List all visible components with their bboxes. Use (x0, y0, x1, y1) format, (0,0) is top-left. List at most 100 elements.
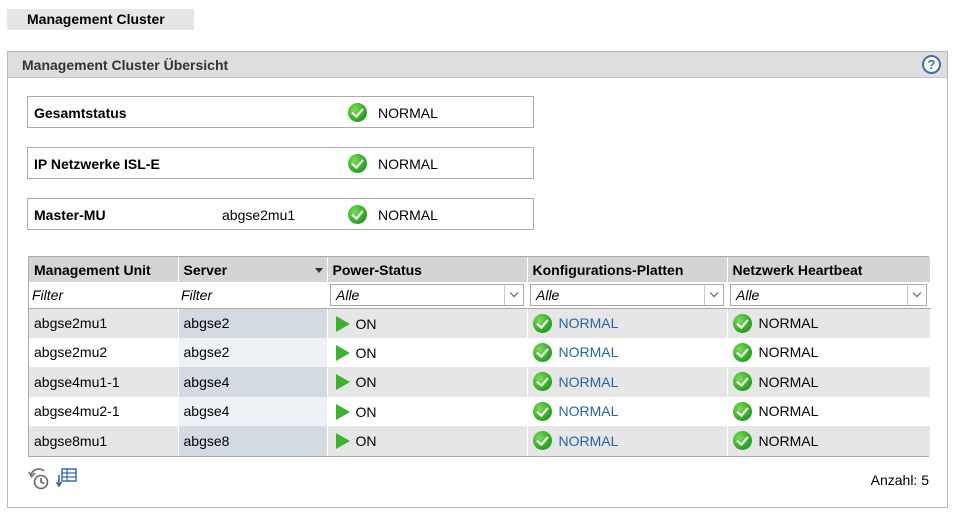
power-text: ON (355, 344, 377, 361)
column-header-label: Server (183, 261, 228, 278)
cell-server: abgse8 (178, 426, 328, 456)
status-ip-networks: IP Netzwerke ISL-E NORMAL (27, 147, 534, 179)
power-text: ON (355, 403, 377, 420)
play-icon (335, 374, 350, 391)
heartbeat-text: NORMAL (758, 315, 819, 331)
cell-server: abgse4 (178, 367, 328, 397)
power-text: ON (355, 374, 377, 391)
power-text: ON (355, 433, 377, 450)
power-text: ON (355, 315, 377, 332)
check-circle-icon (732, 372, 752, 392)
filter-cell: Alle (327, 282, 527, 309)
cell-config-disks: NORMAL (527, 396, 728, 426)
heartbeat-text: NORMAL (758, 373, 819, 390)
cell-config-disks: NORMAL (527, 337, 728, 367)
chevron-down-icon[interactable] (907, 284, 926, 305)
cell-server: abgse2 (178, 337, 328, 367)
check-circle-icon (532, 431, 552, 451)
filter-config-disks-select[interactable]: Alle (530, 283, 724, 306)
cell-server: abgse2 (178, 308, 328, 338)
status-label: Master-MU (34, 207, 106, 223)
panel-header: Management Cluster Übersicht ? (8, 52, 947, 78)
cell-management-unit: abgse4mu1-1 (29, 367, 179, 397)
table-export-icon[interactable] (56, 467, 78, 489)
page-tab-title[interactable]: Management Cluster (7, 9, 194, 30)
filter-cell: Alle (727, 282, 930, 309)
status-value: abgse2mu1 (222, 207, 296, 223)
management-unit-table: Management Unit Server Power-Status Konf… (28, 256, 931, 457)
column-header-management-unit[interactable]: Management Unit (29, 257, 179, 282)
cell-config-disks: NORMAL (527, 367, 728, 397)
cell-management-unit: abgse8mu1 (29, 426, 179, 456)
table-row[interactable]: abgse2mu2 abgse2 ON NORMAL NORMAL (29, 337, 931, 367)
cell-config-disks: NORMAL (527, 308, 728, 338)
table-row[interactable]: abgse4mu2-1 abgse4 ON NORMAL NORMAL (29, 396, 931, 426)
status-label: IP Netzwerke ISL-E (34, 156, 160, 172)
overview-panel: Management Cluster Übersicht ? Gesamtsta… (7, 51, 948, 508)
cell-management-unit: abgse4mu2-1 (29, 396, 179, 426)
play-icon (335, 403, 350, 420)
cell-power-status: ON (327, 308, 528, 338)
cell-power-status: ON (327, 426, 528, 456)
status-overall: Gesamtstatus NORMAL (27, 96, 534, 128)
cell-heartbeat: NORMAL (727, 308, 931, 338)
check-circle-icon (532, 401, 552, 421)
check-circle-icon (732, 342, 752, 362)
column-header-heartbeat[interactable]: Netzwerk Heartbeat (727, 257, 931, 282)
check-circle-icon (532, 342, 552, 362)
status-text: NORMAL (378, 156, 438, 172)
heartbeat-text: NORMAL (758, 432, 819, 449)
cell-power-status: ON (327, 337, 528, 367)
filter-management-unit[interactable]: Filter (29, 282, 178, 309)
sort-desc-icon[interactable] (314, 268, 323, 273)
select-value: Alle (536, 286, 560, 303)
filter-power-status-select[interactable]: Alle (330, 283, 524, 306)
cell-server: abgse4 (178, 396, 328, 426)
filter-server[interactable]: Filter (178, 282, 327, 309)
cell-config-disks: NORMAL (527, 426, 728, 456)
column-header-config-disks[interactable]: Konfigurations-Platten (527, 257, 728, 282)
cell-heartbeat: NORMAL (727, 367, 931, 397)
refresh-clock-icon[interactable] (27, 467, 51, 491)
check-circle-icon (732, 431, 752, 451)
cell-management-unit: abgse2mu2 (29, 337, 179, 367)
cell-power-status: ON (327, 396, 528, 426)
table-row[interactable]: abgse8mu1 abgse8 ON NORMAL NORMAL (29, 426, 931, 456)
cell-power-status: ON (327, 367, 528, 397)
filter-row: Filter Filter Alle Alle Alle (29, 282, 930, 309)
check-circle-icon (348, 205, 367, 224)
check-circle-icon (532, 313, 552, 333)
heartbeat-text: NORMAL (758, 403, 819, 420)
column-header-server[interactable]: Server (178, 257, 328, 282)
check-circle-icon (348, 154, 367, 173)
table-row[interactable]: abgse2mu1 abgse2 ON NORMAL NORMAL (29, 308, 931, 338)
cell-management-unit: abgse2mu1 (29, 308, 179, 338)
cell-heartbeat: NORMAL (727, 426, 931, 456)
config-disks-link[interactable]: NORMAL (559, 374, 619, 390)
config-disks-link[interactable]: NORMAL (559, 315, 619, 331)
chevron-down-icon[interactable] (504, 284, 523, 305)
select-value: Alle (736, 286, 760, 303)
table-header-row: Management Unit Server Power-Status Konf… (29, 257, 931, 282)
row-count: Anzahl: 5 (870, 472, 929, 488)
table-row[interactable]: abgse4mu1-1 abgse4 ON NORMAL NORMAL (29, 367, 931, 397)
config-disks-link[interactable]: NORMAL (559, 344, 619, 360)
help-icon[interactable]: ? (922, 55, 941, 74)
cell-heartbeat: NORMAL (727, 337, 931, 367)
chevron-down-icon[interactable] (704, 284, 723, 305)
config-disks-link[interactable]: NORMAL (559, 433, 619, 449)
config-disks-link[interactable]: NORMAL (559, 403, 619, 419)
select-value: Alle (336, 286, 360, 303)
check-circle-icon (348, 103, 367, 122)
panel-title: Management Cluster Übersicht (22, 57, 229, 73)
check-circle-icon (532, 372, 552, 392)
play-icon (335, 433, 350, 450)
check-circle-icon (732, 313, 752, 333)
column-header-power-status[interactable]: Power-Status (327, 257, 528, 282)
status-label: Gesamtstatus (34, 105, 127, 121)
filter-cell: Alle (527, 282, 727, 309)
heartbeat-text: NORMAL (758, 344, 819, 361)
filter-heartbeat-select[interactable]: Alle (730, 283, 927, 306)
play-icon (335, 315, 350, 332)
play-icon (335, 344, 350, 361)
